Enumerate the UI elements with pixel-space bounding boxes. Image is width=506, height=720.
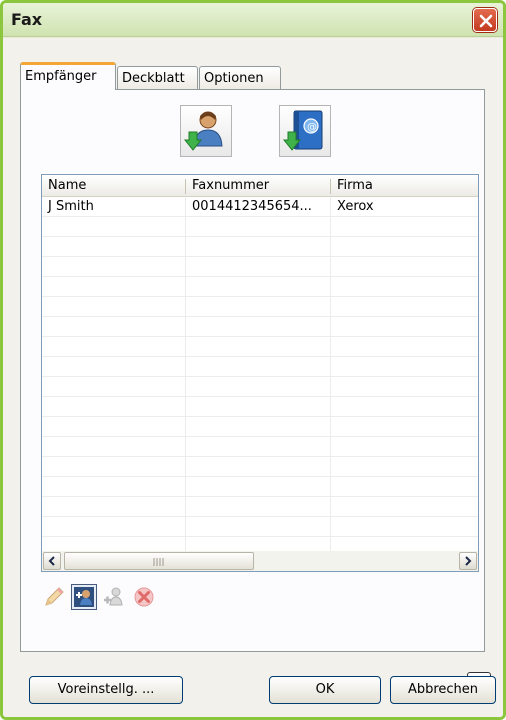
list-item[interactable]: [42, 497, 478, 517]
cell-company: Xerox: [337, 199, 374, 214]
horizontal-scrollbar[interactable]: [42, 551, 478, 571]
edit-recipient-button[interactable]: [41, 584, 67, 610]
defaults-button[interactable]: Voreinstellg. ...: [29, 676, 183, 704]
column-header-fax[interactable]: Faxnummer: [186, 175, 329, 197]
list-item[interactable]: [42, 397, 478, 417]
column-header-name[interactable]: Name: [42, 175, 185, 197]
list-item[interactable]: [42, 477, 478, 497]
title-bar[interactable]: Fax: [3, 3, 503, 37]
edit-icon: [45, 587, 64, 606]
list-item[interactable]: [42, 277, 478, 297]
close-button[interactable]: [473, 8, 497, 32]
tab-recipients[interactable]: Empfänger: [20, 62, 116, 90]
tab-label: Deckblatt: [122, 71, 185, 86]
arrow-left-icon: [48, 556, 55, 566]
list-item[interactable]: [42, 317, 478, 337]
tab-label: Empfänger: [25, 69, 97, 84]
add-recipient-icon: [74, 587, 94, 607]
list-item[interactable]: [42, 237, 478, 257]
window-title: Fax: [11, 10, 43, 29]
recipients-panel: @ Name Faxnummer Firma J Smith 001441234…: [20, 89, 491, 696]
fax-dialog: Fax Empfänger Deckblatt Optionen @ Name …: [0, 0, 506, 720]
list-item[interactable]: [42, 297, 478, 317]
list-item[interactable]: [42, 417, 478, 437]
list-item[interactable]: [42, 217, 478, 237]
add-to-address-book-icon: [104, 587, 123, 606]
list-header: Name Faxnummer Firma: [42, 175, 478, 197]
table-row[interactable]: J Smith 0014412345654... Xerox: [42, 197, 478, 217]
delete-icon: [134, 587, 154, 607]
add-to-address-book-button[interactable]: [101, 584, 127, 610]
add-from-address-book-button[interactable]: [180, 105, 232, 157]
recipient-list[interactable]: Name Faxnummer Firma J Smith 00144123456…: [41, 174, 479, 572]
column-header-company[interactable]: Firma: [331, 175, 478, 197]
scroll-right-button[interactable]: [459, 552, 477, 570]
tab-cover-sheet[interactable]: Deckblatt: [117, 66, 198, 90]
cell-name: J Smith: [48, 199, 94, 214]
cancel-button[interactable]: Abbrechen: [390, 676, 496, 704]
arrow-right-icon: [465, 556, 472, 566]
list-rows: J Smith 0014412345654... Xerox: [42, 197, 478, 557]
close-icon: [479, 14, 493, 28]
add-from-directory-button[interactable]: @: [279, 105, 331, 157]
list-item[interactable]: [42, 517, 478, 537]
list-item[interactable]: [42, 257, 478, 277]
list-item[interactable]: [42, 337, 478, 357]
cell-fax: 0014412345654...: [192, 199, 312, 214]
scroll-left-button[interactable]: [43, 552, 61, 570]
scroll-thumb[interactable]: [64, 552, 254, 570]
tab-options[interactable]: Optionen: [199, 66, 281, 90]
delete-recipient-button[interactable]: [131, 584, 157, 610]
list-item[interactable]: [42, 357, 478, 377]
list-item[interactable]: [42, 437, 478, 457]
grip-icon: [153, 558, 164, 566]
tab-label: Optionen: [204, 71, 264, 86]
dialog-content: Empfänger Deckblatt Optionen @ Name Faxn…: [3, 38, 503, 717]
ok-button[interactable]: OK: [269, 676, 381, 704]
add-from-address-book-icon: [183, 111, 223, 151]
add-recipient-button[interactable]: [71, 584, 97, 610]
list-item[interactable]: [42, 457, 478, 477]
svg-text:@: @: [307, 122, 317, 133]
add-from-email-directory-icon: @: [282, 110, 323, 151]
list-item[interactable]: [42, 377, 478, 397]
